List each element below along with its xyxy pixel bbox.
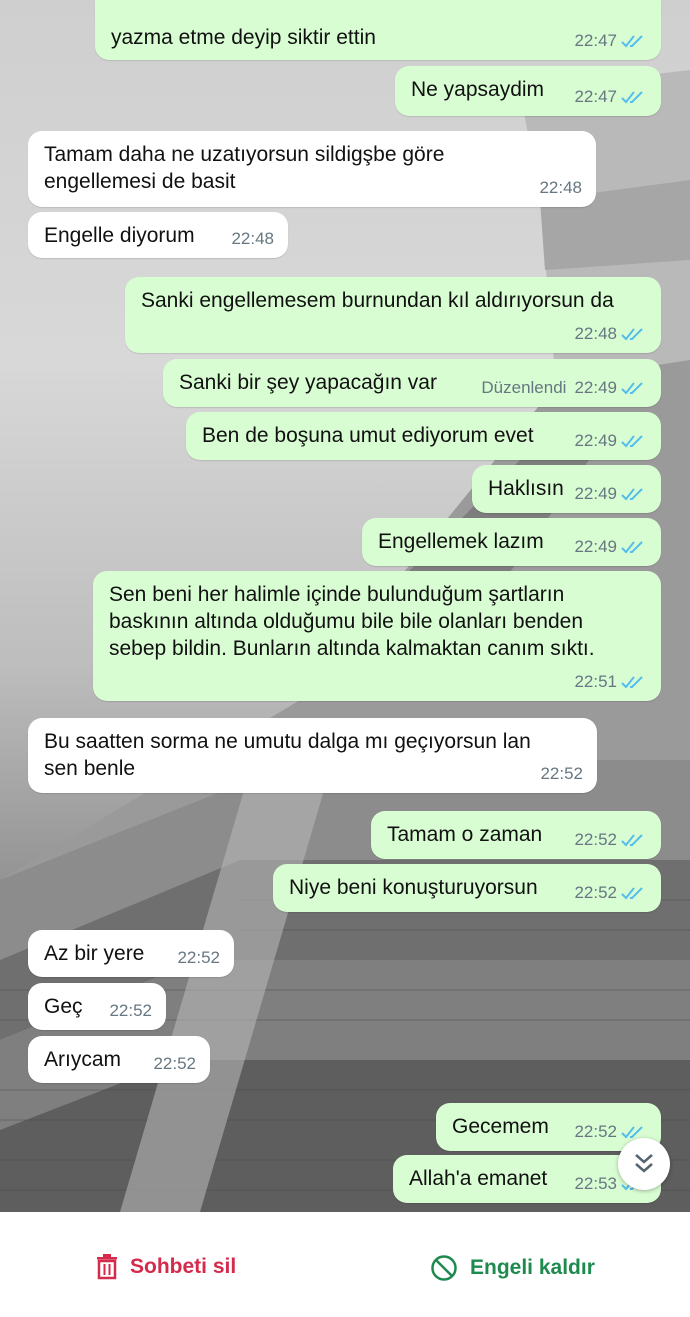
unblock-label: Engeli kaldır xyxy=(470,1256,595,1279)
message-time: 22:49 xyxy=(574,378,617,397)
message-bubble-outgoing[interactable]: Sen beni her halimle içinde bulunduğum ş… xyxy=(93,571,661,701)
message-text: Bu saatten sorma ne umutu dalga mı geçıy… xyxy=(44,730,531,780)
message-time: 22:52 xyxy=(574,1122,617,1141)
double-check-icon xyxy=(621,90,643,103)
message-meta: 22:52 xyxy=(153,1050,196,1077)
double-check-icon xyxy=(621,675,643,688)
double-chevron-down-icon xyxy=(635,1154,653,1173)
message-time: 22:52 xyxy=(574,830,617,849)
message-time: 22:48 xyxy=(574,324,617,343)
message-meta: Düzenlendi 22:49 xyxy=(481,374,647,401)
delete-chat-button[interactable]: Sohbeti sil xyxy=(96,1254,236,1280)
message-bubble-outgoing[interactable]: yazma etme deyip siktir ettin 22:47 xyxy=(95,0,661,60)
message-meta: 22:47 xyxy=(574,27,647,54)
message-bubble-incoming[interactable]: Bu saatten sorma ne umutu dalga mı geçıy… xyxy=(28,718,597,793)
message-meta: 22:48 xyxy=(574,320,647,347)
message-bubble-outgoing[interactable]: Sanki engellemesem burnundan kıl aldırıy… xyxy=(125,277,661,353)
message-bubble-outgoing[interactable]: Haklısın 22:49 xyxy=(472,465,661,513)
double-check-icon xyxy=(621,886,643,899)
message-meta: 22:49 xyxy=(574,480,647,507)
edited-label: Düzenlendi xyxy=(481,378,567,397)
message-time: 22:52 xyxy=(540,764,583,783)
double-check-icon xyxy=(621,327,643,340)
double-check-icon xyxy=(621,833,643,846)
unblock-button[interactable]: Engeli kaldır xyxy=(430,1254,595,1282)
message-meta: 22:52 xyxy=(109,997,152,1024)
message-meta: 22:47 xyxy=(574,83,647,110)
message-time: 22:52 xyxy=(574,883,617,902)
message-meta: 22:52 xyxy=(574,879,647,906)
message-time: 22:47 xyxy=(574,31,617,50)
message-bubble-incoming[interactable]: Engelle diyorum 22:48 xyxy=(28,212,288,258)
message-bubble-incoming[interactable]: Tamam daha ne uzatıyorsun sildigşbe göre… xyxy=(28,131,596,207)
message-time: 22:51 xyxy=(574,672,617,691)
double-check-icon xyxy=(621,434,643,447)
message-meta: 22:52 xyxy=(540,760,583,787)
message-text: yazma etme deyip siktir ettin xyxy=(111,26,376,49)
message-text: Sen beni her halimle içinde bulunduğum ş… xyxy=(109,583,595,660)
message-meta: 22:48 xyxy=(539,174,582,201)
message-time: 22:52 xyxy=(109,1001,152,1020)
message-bubble-incoming[interactable]: Geç 22:52 xyxy=(28,983,166,1030)
message-meta: 22:52 xyxy=(574,826,647,853)
block-circle-icon xyxy=(431,1255,457,1281)
message-time: 22:49 xyxy=(574,431,617,450)
message-meta: 22:52 xyxy=(177,944,220,971)
message-bubble-outgoing[interactable]: Niye beni konuşturuyorsun 22:52 xyxy=(273,864,661,912)
message-time: 22:53 xyxy=(574,1174,617,1193)
message-time: 22:52 xyxy=(177,948,220,967)
delete-chat-label: Sohbeti sil xyxy=(130,1255,237,1278)
message-bubble-outgoing[interactable]: Ben de boşuna umut ediyorum evet 22:49 xyxy=(186,412,661,460)
message-bubble-outgoing[interactable]: Ne yapsaydim 22:47 xyxy=(395,66,661,116)
double-check-icon xyxy=(621,487,643,500)
message-time: 22:49 xyxy=(574,537,617,556)
message-bubble-incoming[interactable]: Az bir yere 22:52 xyxy=(28,930,234,977)
message-time: 22:48 xyxy=(539,178,582,197)
message-meta: 22:49 xyxy=(574,427,647,454)
blocked-contact-action-bar: Sohbeti sil Engeli kaldır xyxy=(0,1212,690,1317)
message-meta: 22:49 xyxy=(574,533,647,560)
message-bubble-incoming[interactable]: Arıycam 22:52 xyxy=(28,1036,210,1083)
message-bubble-outgoing[interactable]: Tamam o zaman 22:52 xyxy=(371,811,661,859)
double-check-icon xyxy=(621,540,643,553)
message-bubble-outgoing[interactable]: Sanki bir şey yapacağın var Düzenlendi 22… xyxy=(163,359,661,407)
trash-icon xyxy=(97,1254,117,1280)
double-check-icon xyxy=(621,34,643,47)
message-meta: 22:51 xyxy=(574,668,647,695)
double-check-icon xyxy=(621,381,643,394)
scroll-to-bottom-button[interactable] xyxy=(618,1138,670,1190)
message-time: 22:52 xyxy=(153,1054,196,1073)
message-text: Tamam daha ne uzatıyorsun sildigşbe göre… xyxy=(44,143,445,193)
message-time: 22:47 xyxy=(574,87,617,106)
message-time: 22:49 xyxy=(574,484,617,503)
message-bubble-outgoing[interactable]: Engellemek lazım 22:49 xyxy=(362,518,661,566)
message-time: 22:48 xyxy=(231,229,274,248)
message-meta: 22:48 xyxy=(231,225,274,252)
message-text: Sanki engellemesem burnundan kıl aldırıy… xyxy=(141,289,614,312)
